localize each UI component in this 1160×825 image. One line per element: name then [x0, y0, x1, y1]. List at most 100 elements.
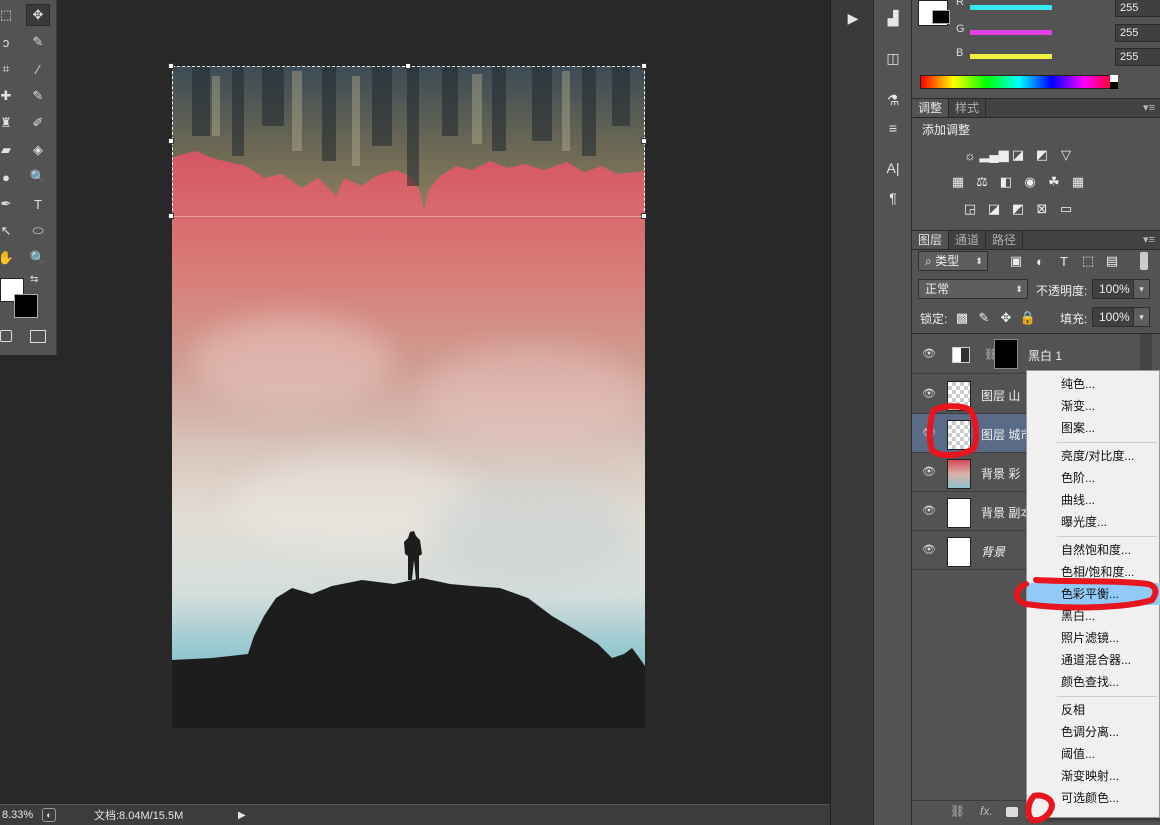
threshold-icon[interactable]: ◩	[1008, 200, 1028, 218]
crop-tool-icon[interactable]: ⌗	[0, 58, 18, 80]
dodge-tool-icon[interactable]: 🔍	[26, 166, 50, 188]
layer-name[interactable]: 图层 城市	[981, 426, 1032, 443]
lock-all-icon[interactable]: 🔒	[1018, 309, 1038, 327]
transform-handle[interactable]	[641, 63, 647, 69]
visibility-eye-icon[interactable]: 👁	[921, 504, 937, 518]
menu-item[interactable]: 渐变映射...	[1027, 765, 1160, 787]
color-spectrum-ramp[interactable]	[920, 75, 1118, 89]
color-lookup-icon[interactable]: ▦	[1068, 173, 1088, 191]
green-slider-bar[interactable]	[970, 30, 1052, 35]
transform-handle[interactable]	[405, 63, 411, 69]
screen-mode-icon[interactable]	[30, 330, 46, 343]
document-image[interactable]	[172, 66, 645, 728]
hand-tool-icon[interactable]: ✋	[0, 247, 18, 269]
quick-mask-icon[interactable]	[0, 330, 12, 342]
info-panel-icon[interactable]: ◫	[882, 48, 904, 68]
lock-transparent-icon[interactable]: ▩	[952, 309, 972, 327]
lock-position-icon[interactable]: ✥	[996, 309, 1016, 327]
background-color-swatch[interactable]	[14, 294, 38, 318]
opacity-input[interactable]: 100% ▾	[1092, 279, 1150, 299]
filter-pixel-icon[interactable]: ▣	[1006, 252, 1026, 270]
brush-settings-icon[interactable]: ≡	[882, 118, 904, 138]
white-swatch[interactable]	[1110, 75, 1118, 82]
menu-item[interactable]: 黑白...	[1027, 605, 1160, 627]
panel-menu-icon[interactable]: ▾≡	[1143, 233, 1155, 246]
menu-item[interactable]: 图案...	[1027, 417, 1160, 439]
lasso-tool-icon[interactable]: ↄ	[0, 31, 18, 53]
history-brush-icon[interactable]: ✐	[26, 112, 50, 134]
blend-mode-select[interactable]: 正常 ⬍	[918, 279, 1028, 299]
curves-icon[interactable]: ◪	[1008, 146, 1028, 164]
vibrance-icon[interactable]: ▽	[1056, 146, 1076, 164]
menu-item[interactable]: 渐变...	[1027, 395, 1160, 417]
move-tool-icon[interactable]: ✥	[26, 4, 50, 26]
marquee-tool-icon[interactable]: ⬚	[0, 4, 18, 26]
visibility-eye-icon[interactable]: 👁	[921, 347, 937, 361]
visibility-eye-icon[interactable]: 👁	[921, 465, 937, 479]
channel-mixer-icon[interactable]: ☘	[1044, 173, 1064, 191]
tab-channels[interactable]: 通道	[949, 231, 987, 249]
layer-name[interactable]: 背景 副本	[981, 504, 1032, 521]
layer-name[interactable]: 图层 山	[981, 387, 1020, 404]
menu-item[interactable]: 色彩平衡...	[1027, 583, 1160, 605]
stamp-tool-icon[interactable]: ♜	[0, 112, 18, 134]
menu-item[interactable]: 照片滤镜...	[1027, 627, 1160, 649]
menu-item[interactable]: 纯色...	[1027, 373, 1160, 395]
path-select-icon[interactable]: ↖	[0, 220, 18, 242]
layer-row[interactable]: 👁 ⛓ 黑白 1	[912, 335, 1140, 374]
healing-brush-icon[interactable]: ✚	[0, 85, 18, 107]
tab-adjustments[interactable]: 调整	[912, 99, 950, 117]
blue-value-input[interactable]: 255	[1115, 48, 1160, 66]
menu-item[interactable]: 曲线...	[1027, 489, 1160, 511]
menu-item[interactable]: 色阶...	[1027, 467, 1160, 489]
transform-handle[interactable]	[168, 63, 174, 69]
brush-tool-icon[interactable]: ✎	[26, 85, 50, 107]
eyedropper-tool-icon[interactable]: ⁄	[26, 58, 50, 80]
posterize-icon[interactable]: ◪	[984, 200, 1004, 218]
type-tool-icon[interactable]: T	[26, 193, 50, 215]
menu-item[interactable]: 阈值...	[1027, 743, 1160, 765]
transform-handle[interactable]	[641, 138, 647, 144]
fill-input[interactable]: 100% ▾	[1092, 307, 1150, 327]
tab-layers[interactable]: 图层	[912, 231, 950, 249]
visibility-eye-icon[interactable]: 👁	[921, 543, 937, 557]
paragraph-panel-icon[interactable]: ¶	[882, 188, 904, 208]
menu-item[interactable]: 色相/饱和度...	[1027, 561, 1160, 583]
link-layers-icon[interactable]: ⛓	[950, 804, 965, 818]
layers-scrollbar[interactable]	[1140, 334, 1152, 374]
green-value-input[interactable]: 255	[1115, 24, 1160, 42]
tab-styles[interactable]: 样式	[949, 99, 987, 117]
chevron-down-icon[interactable]: ▾	[1133, 308, 1149, 326]
layer-mask-thumbnail[interactable]	[994, 339, 1018, 369]
filter-toggle[interactable]	[1140, 252, 1148, 270]
layer-filter-select[interactable]: ⌕ 类型 ⬍	[918, 251, 988, 271]
menu-item[interactable]: 反相	[1027, 699, 1160, 721]
swap-colors-icon[interactable]: ⇆	[30, 274, 38, 285]
ellipse-tool-icon[interactable]: ⬭	[26, 220, 50, 242]
hue-saturation-icon[interactable]: ▦	[948, 173, 968, 191]
color-balance-icon[interactable]: ⚖	[972, 173, 992, 191]
brightness-contrast-icon[interactable]: ☼	[960, 146, 980, 164]
menu-item[interactable]: 自然饱和度...	[1027, 539, 1160, 561]
pen-tool-icon[interactable]: ✒	[0, 193, 18, 215]
eraser-tool-icon[interactable]: ▰	[0, 139, 18, 161]
menu-item[interactable]: 颜色查找...	[1027, 671, 1160, 693]
layer-name[interactable]: 背景 彩	[981, 465, 1020, 482]
visibility-eye-icon[interactable]: 👁	[921, 387, 937, 401]
gradient-map-icon[interactable]: ⊠	[1032, 200, 1052, 218]
character-panel-icon[interactable]: A|	[882, 158, 904, 178]
panel-menu-icon[interactable]: ▾≡	[1143, 101, 1155, 114]
black-white-icon[interactable]: ◧	[996, 173, 1016, 191]
histogram-icon[interactable]: ▟	[882, 8, 904, 28]
selective-color-icon[interactable]: ▭	[1056, 200, 1076, 218]
add-mask-icon[interactable]	[1006, 807, 1018, 817]
menu-item[interactable]: 可选颜色...	[1027, 787, 1160, 809]
red-value-input[interactable]: 255	[1115, 0, 1160, 17]
tab-paths[interactable]: 路径	[986, 231, 1024, 249]
layer-name[interactable]: 背景	[981, 543, 1005, 560]
filter-shape-icon[interactable]: ⬚	[1078, 252, 1098, 270]
paint-bucket-icon[interactable]: ◈	[26, 139, 50, 161]
color-panel-background[interactable]	[932, 10, 950, 24]
status-info-icon[interactable]: ◐	[42, 808, 56, 822]
fx-icon[interactable]: fx.	[980, 804, 993, 818]
